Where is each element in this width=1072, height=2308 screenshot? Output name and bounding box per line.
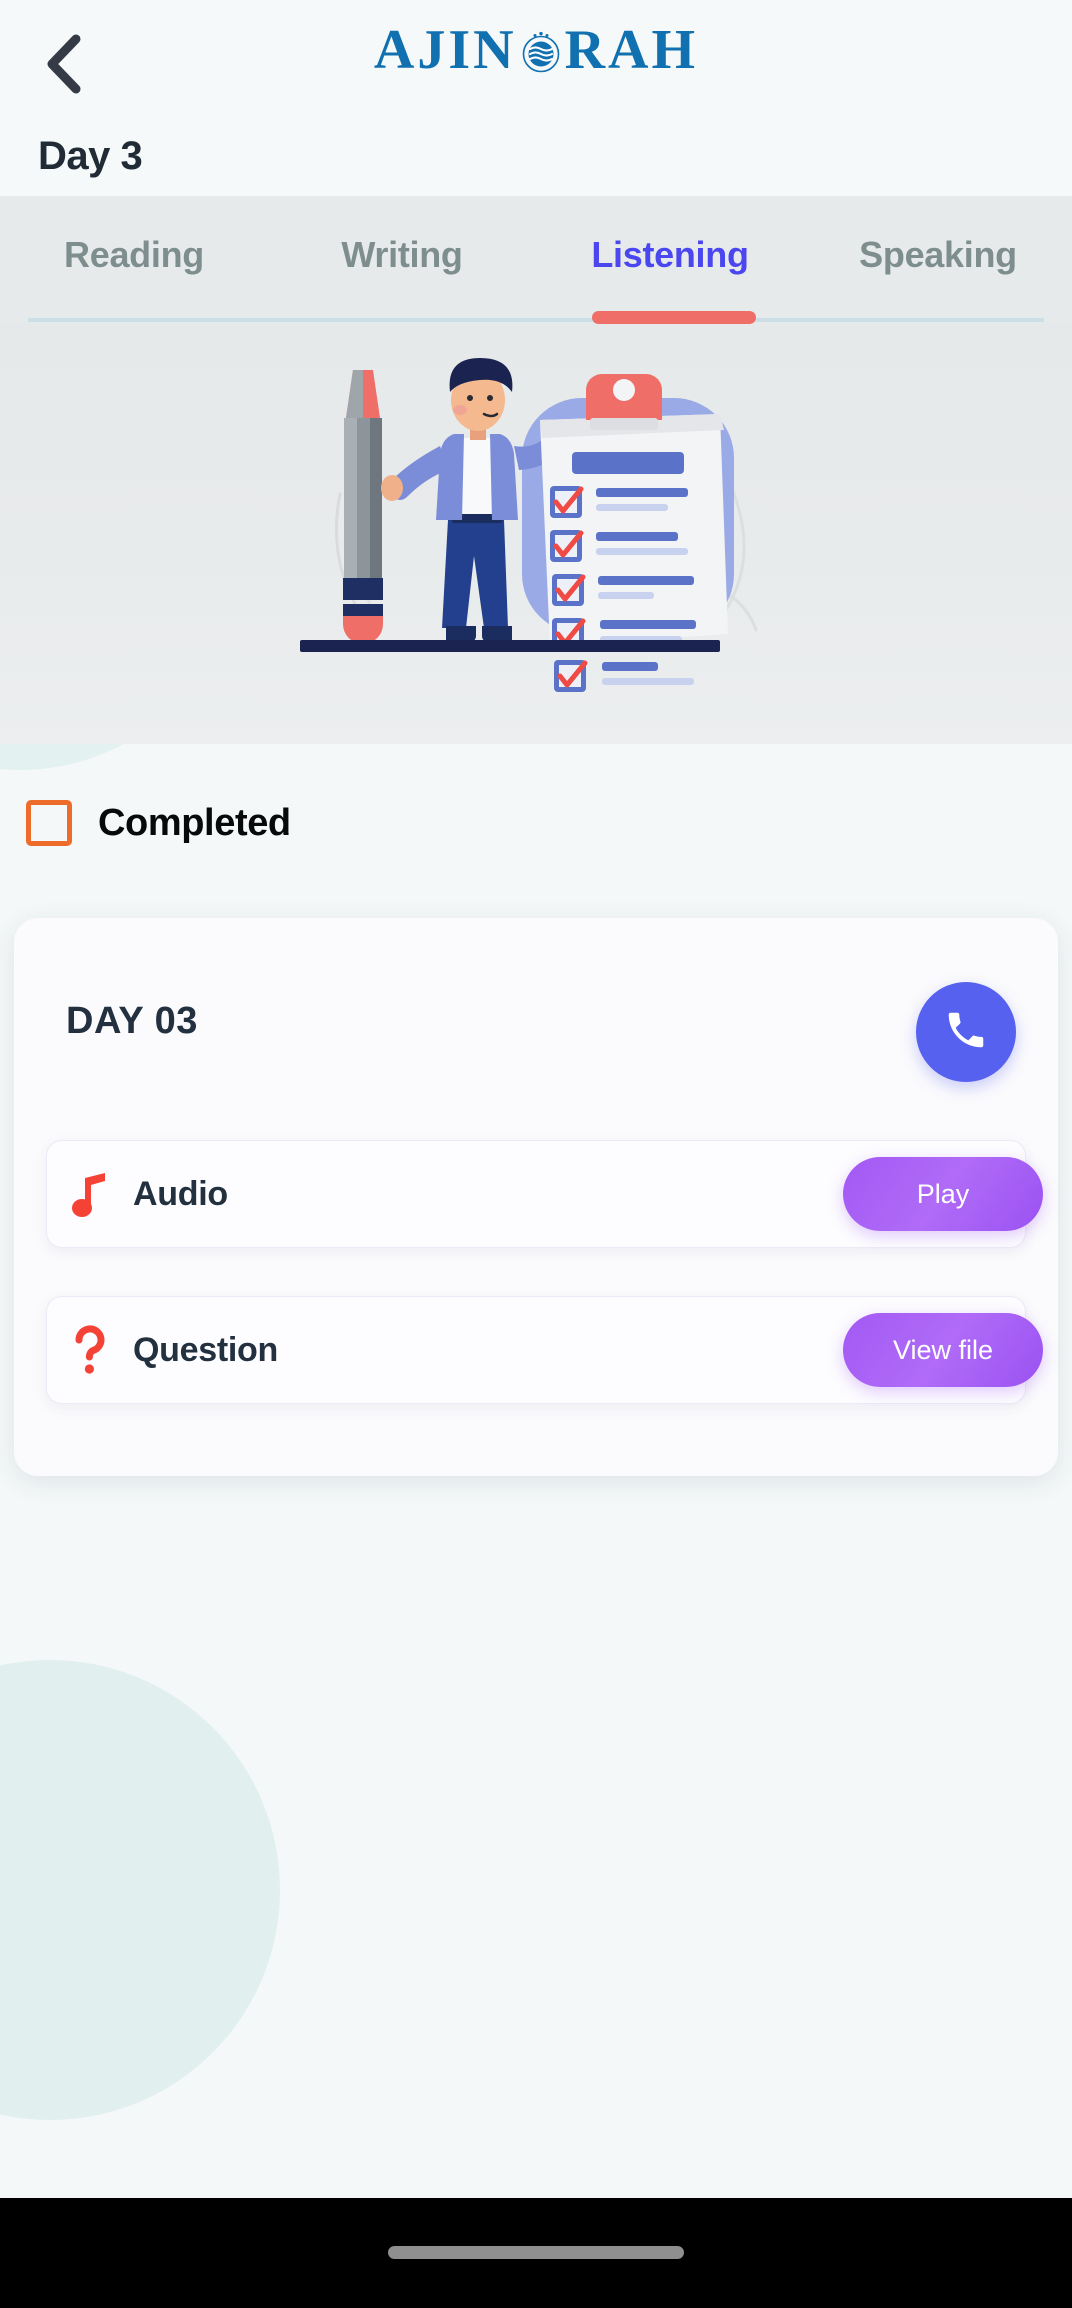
page-title: Day 3 [38, 134, 143, 178]
brand-logo: AJIN RAH [0, 22, 1072, 78]
brand-text-left: AJIN [373, 19, 517, 81]
audio-row: Audio Play [46, 1140, 1043, 1248]
globe-wave-emblem-icon [518, 30, 564, 76]
person-with-pencil-and-checklist-illustration [300, 334, 770, 734]
home-indicator[interactable] [388, 2246, 684, 2259]
music-note-icon [47, 1168, 133, 1220]
call-button[interactable] [916, 982, 1016, 1082]
day-card-header: DAY 03 [14, 918, 1058, 1110]
completed-label: Completed [98, 801, 291, 844]
tab-reading[interactable]: Reading [0, 234, 268, 276]
completed-checkbox[interactable] [26, 800, 72, 846]
play-button[interactable]: Play [843, 1157, 1043, 1231]
question-mark-icon [47, 1324, 133, 1376]
tab-listening[interactable]: Listening [536, 234, 804, 276]
illustration-band [0, 324, 1072, 744]
question-label: Question [133, 1330, 278, 1369]
tab-bar: Reading Writing Listening Speaking [0, 196, 1072, 324]
tab-speaking[interactable]: Speaking [804, 234, 1072, 276]
pencil-graphic [343, 370, 383, 644]
chevron-left-icon [42, 33, 86, 95]
view-file-button[interactable]: View file [843, 1313, 1043, 1387]
brand-text-right: RAH [564, 19, 699, 81]
app-screen: AJIN RAH Day 3 Reading Writing Listening… [0, 0, 1072, 2308]
completed-toggle[interactable]: Completed [26, 800, 291, 846]
decorative-circle-bottom [0, 1660, 280, 2120]
system-navigation-bar [0, 2198, 1072, 2308]
day-card: DAY 03 Audio Play Question View file [14, 918, 1058, 1476]
tab-divider-line [28, 318, 1044, 322]
active-tab-indicator [592, 311, 756, 324]
audio-label: Audio [133, 1174, 228, 1213]
tab-writing[interactable]: Writing [268, 234, 536, 276]
question-row: Question View file [46, 1296, 1043, 1404]
phone-icon [943, 1007, 989, 1058]
top-bar: AJIN RAH [0, 0, 1072, 196]
day-number-label: DAY 03 [66, 1000, 198, 1042]
back-button[interactable] [28, 28, 100, 100]
